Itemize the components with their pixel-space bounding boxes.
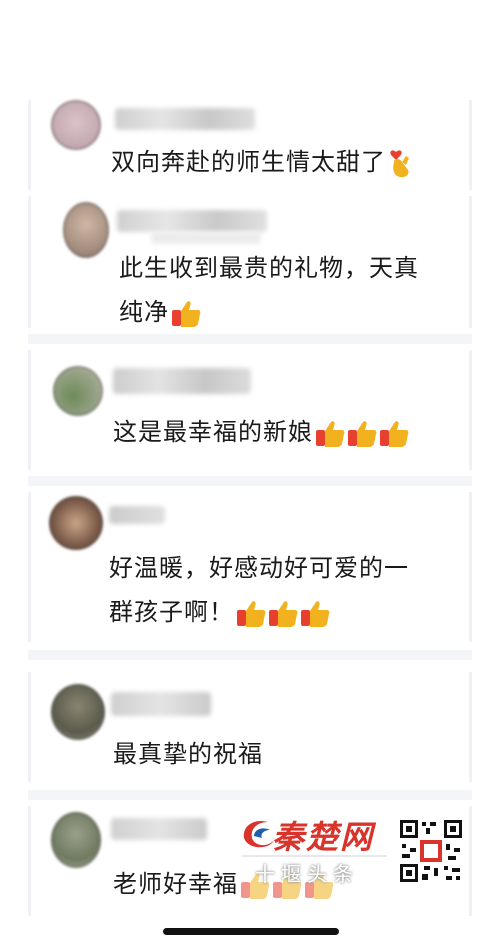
thumbs-up-icon: [300, 598, 330, 628]
comment-card: 最真挚的祝福: [28, 672, 472, 782]
thumbs-up-icon: [379, 418, 409, 448]
comment-card: 好温暖，好感动好可爱的一 群孩子啊！: [28, 492, 472, 642]
thumbs-up-icon: [315, 418, 345, 448]
thumbs-up-icon: [171, 298, 201, 328]
comment-text: 群孩子啊！: [109, 590, 330, 634]
username-blurred[interactable]: [111, 818, 207, 840]
avatar[interactable]: [53, 366, 103, 416]
finger-heart-icon: [388, 148, 414, 178]
watermark-brand: 秦楚网: [272, 818, 375, 856]
comment-text: 此生收到最贵的礼物，天真: [119, 254, 419, 282]
comment-text: 最真挚的祝福: [113, 740, 263, 768]
divider: [28, 790, 472, 800]
username-blurred[interactable]: [115, 108, 255, 130]
avatar[interactable]: [63, 202, 109, 258]
home-indicator[interactable]: [163, 928, 339, 935]
divider: [28, 334, 472, 344]
watermark-subtitle: 十堰头条: [255, 862, 359, 886]
username-blurred[interactable]: [117, 210, 267, 232]
username-blurred[interactable]: [113, 368, 251, 394]
thumbs-up-icon: [347, 418, 377, 448]
comment-text: 这是最幸福的新娘: [113, 410, 409, 454]
divider: [28, 476, 472, 486]
username-blurred: [151, 232, 261, 244]
avatar[interactable]: [51, 100, 101, 150]
thumbs-up-icon: [236, 598, 266, 628]
avatar[interactable]: [51, 812, 101, 868]
username-blurred[interactable]: [111, 692, 211, 716]
watermark-divider: [242, 855, 387, 857]
comment-text: 纯净: [119, 290, 201, 334]
comment-text: 好温暖，好感动好可爱的一: [109, 554, 409, 582]
username-blurred[interactable]: [109, 506, 165, 524]
thumbs-up-icon: [268, 598, 298, 628]
comment-card: 此生收到最贵的礼物，天真 纯净: [28, 196, 472, 328]
comment-card: 这是最幸福的新娘: [28, 350, 472, 470]
avatar[interactable]: [49, 496, 103, 550]
comment-text: 双向奔赴的师生情太甜了: [111, 140, 414, 184]
comment-card: 双向奔赴的师生情太甜了: [28, 100, 472, 190]
avatar[interactable]: [51, 684, 105, 740]
qr-code-icon: [398, 818, 464, 884]
divider: [28, 650, 472, 660]
